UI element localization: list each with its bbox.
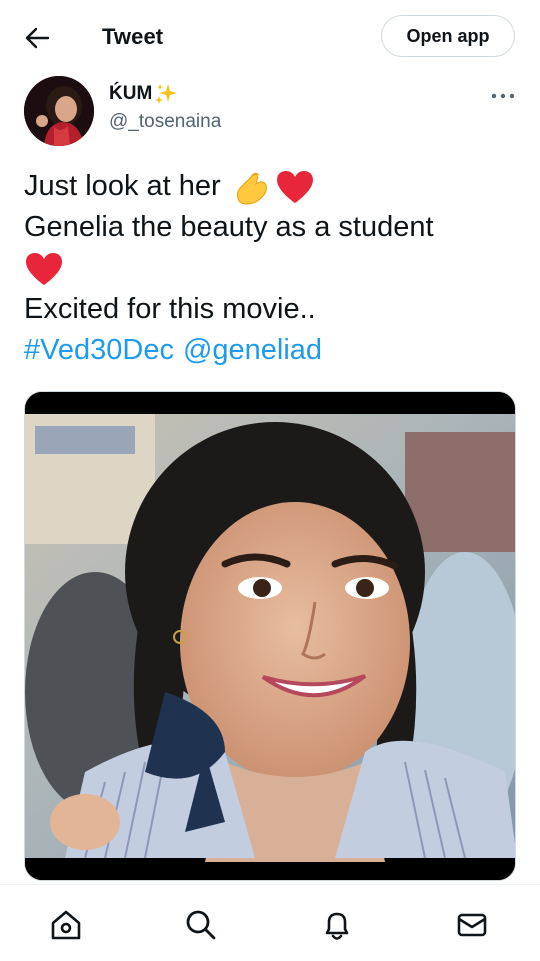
back-button[interactable] (22, 24, 52, 52)
tweet-text-line-2: Genelia the beauty as a student (24, 211, 434, 243)
open-app-button[interactable]: Open app (381, 15, 515, 57)
tweet-line-3 (24, 248, 524, 289)
hashtag-link[interactable]: #Ved30Dec (24, 330, 174, 371)
nav-notifications[interactable] (317, 905, 357, 945)
sparkles-icon (155, 84, 178, 104)
more-dots-icon (491, 93, 515, 99)
tweet-text-line-1: Just look at her (24, 170, 221, 202)
bottom-nav (0, 884, 540, 961)
tweet-line-5: #Ved30Dec @geneliad (24, 330, 524, 371)
pinching-hand-icon (236, 172, 267, 205)
mention-link[interactable]: @geneliad (183, 330, 322, 371)
bell-icon (325, 912, 349, 940)
nav-messages[interactable] (452, 905, 492, 945)
top-bar: Tweet Open app (0, 0, 540, 74)
nav-search[interactable] (181, 905, 221, 945)
tweet-line-2: Genelia the beauty as a student (24, 207, 524, 248)
page-title: Tweet (102, 24, 164, 49)
mail-icon (457, 913, 487, 937)
tweet-line-4: Excited for this movie.. (24, 289, 524, 330)
author-name-text: ḰUM (109, 83, 153, 104)
author-name[interactable]: ḰUM (109, 82, 178, 106)
arrow-left-icon (25, 27, 50, 49)
author-handle[interactable]: @_tosenaina (109, 111, 221, 133)
red-heart-icon (276, 170, 313, 203)
tweet-line-1: Just look at her (24, 166, 524, 207)
photo-icon (25, 392, 515, 880)
tweet-text-line-3: Excited for this movie.. (24, 293, 316, 325)
nav-home[interactable] (46, 905, 86, 945)
home-icon (51, 910, 81, 940)
red-heart-icon (26, 252, 62, 285)
more-options-button[interactable] (488, 86, 518, 106)
avatar-photo (24, 76, 94, 146)
avatar[interactable] (24, 76, 94, 146)
search-icon (186, 910, 216, 940)
tweet-media[interactable] (24, 391, 516, 881)
tweet-text: Just look at her Genelia the beauty as a… (24, 166, 524, 371)
